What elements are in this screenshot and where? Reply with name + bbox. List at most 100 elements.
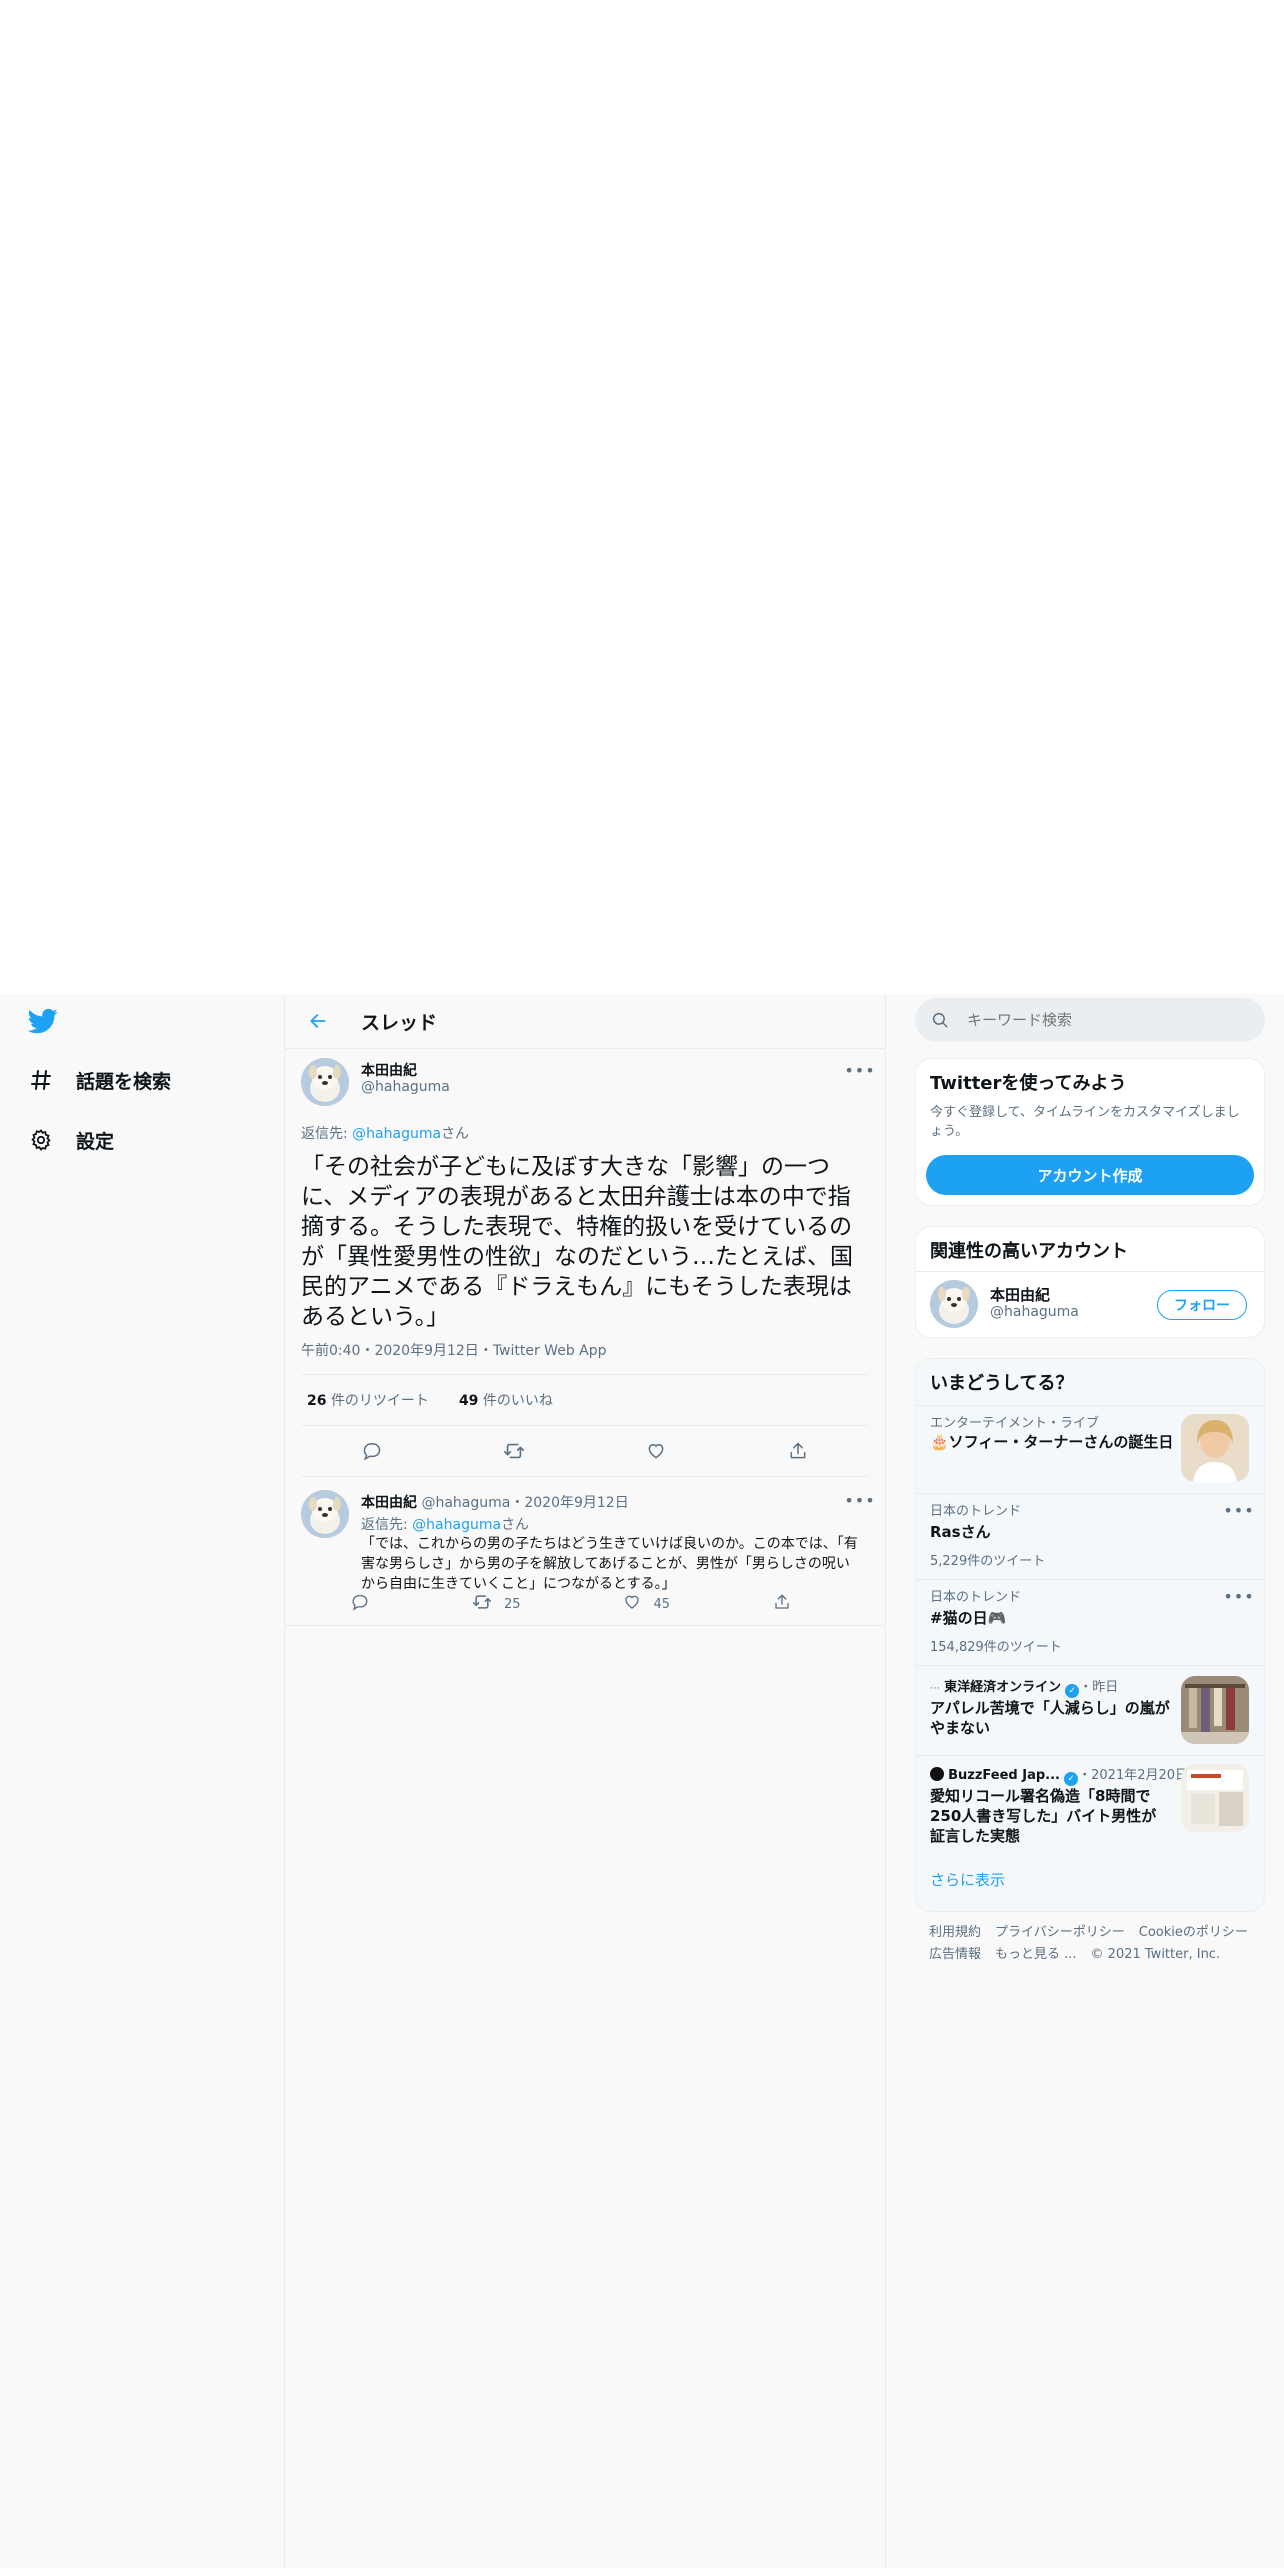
reply-to-link[interactable]: @hahaguma (412, 1517, 501, 1533)
like-icon (623, 1593, 641, 1615)
reply-tweet[interactable]: 本田由紀 @hahaguma・2020年9月12日 ••• 返信先: @haha… (285, 1482, 885, 1626)
hashtag-icon (28, 1067, 54, 1093)
footer-link-more[interactable]: もっと見る ... (995, 1947, 1077, 1962)
follow-button[interactable]: フォロー (1157, 1290, 1247, 1320)
more-options-icon[interactable]: ••• (844, 1060, 874, 1080)
back-arrow-icon[interactable] (305, 1008, 331, 1034)
tweet-source[interactable]: Twitter Web App (493, 1343, 607, 1359)
verified-icon: ✓ (1065, 1684, 1080, 1698)
likes-label: 件のいいね (482, 1393, 553, 1409)
like-icon[interactable] (638, 1433, 674, 1469)
tweet-actions (301, 1426, 869, 1477)
news-source-logo-icon (930, 1767, 944, 1781)
footer-link-terms[interactable]: 利用規約 (929, 1925, 981, 1940)
retweet-icon[interactable] (496, 1433, 532, 1469)
avatar[interactable] (930, 1280, 978, 1328)
create-account-button[interactable]: アカウント作成 (926, 1155, 1254, 1195)
reply-tweet-header: 本田由紀 @hahaguma・2020年9月12日 (361, 1495, 629, 1511)
trends-title: いまどうしてる？ (930, 1373, 1074, 1394)
trend-category: 日本のトレンド (930, 1504, 1022, 1519)
trend-count: 5,229件のツイート (930, 1554, 1046, 1569)
reply-prefix: 返信先: (361, 1517, 413, 1533)
nav-item-settings[interactable]: 設定 (28, 1120, 114, 1160)
footer-row-1: 利用規約 プライバシーポリシー Cookieのポリシー (915, 1922, 1265, 1944)
signup-subtitle: 今すぐ登録して、タイムラインをカスタマイズしましょう。 (930, 1105, 1240, 1139)
news-source: 東洋経済オンライン (944, 1680, 1062, 1695)
retweet-count: 25 (503, 1596, 521, 1612)
nav-item-label: 話題を検索 (76, 1070, 172, 1093)
footer-link-cookies[interactable]: Cookieのポリシー (1139, 1925, 1248, 1940)
footer-link-ads[interactable]: 広告情報 (929, 1947, 981, 1962)
retweets-stat[interactable]: 26 件のリツイート (301, 1390, 429, 1410)
author-name[interactable]: 本田由紀 (361, 1495, 417, 1511)
related-name: 本田由紀 (990, 1286, 1051, 1304)
news-source-icon: ⋯ (930, 1683, 940, 1694)
trends-card: いまどうしてる？ エンターテイメント・ライブ 🎂ソフィー・ターナーさんの誕生日 … (915, 1358, 1265, 1912)
author-name[interactable]: 本田由紀 (361, 1060, 417, 1080)
tweet-date[interactable]: 2020年9月12日 (374, 1343, 478, 1359)
likes-count: 49 (458, 1393, 479, 1409)
left-nav: 話題を検索 設定 (0, 994, 284, 2568)
news-source-line: ⋯ 東洋経済オンライン ✓ ・昨日 (930, 1676, 1118, 1698)
tweet-actions: 25 45 (351, 1592, 791, 1616)
retweets-count: 26 (307, 1393, 327, 1409)
trend-item[interactable]: エンターテイメント・ライブ 🎂ソフィー・ターナーさんの誕生日 (916, 1405, 1264, 1494)
news-item[interactable]: ⋯ 東洋経済オンライン ✓ ・昨日 アパレル苦境で「人減らし」の嵐がやまない (916, 1665, 1264, 1756)
more-options-icon[interactable]: ••• (844, 1490, 874, 1510)
reply-to-link[interactable]: @hahaguma (352, 1126, 441, 1142)
footer-link-privacy[interactable]: プライバシーポリシー (995, 1925, 1125, 1940)
related-title: 関連性の高いアカウント (930, 1241, 1128, 1262)
search-bar[interactable] (915, 998, 1265, 1042)
footer-copyright: © 2021 Twitter, Inc. (1090, 1947, 1221, 1962)
news-thumbnail (1181, 1764, 1249, 1832)
related-account-row[interactable]: 本田由紀 @hahaguma フォロー (916, 1271, 1264, 1338)
share-icon[interactable] (780, 1433, 816, 1469)
like-button[interactable]: 45 (623, 1593, 670, 1615)
trend-item[interactable]: 日本のトレンド ••• #猫の日🎮 154,829件のツイート (916, 1579, 1264, 1666)
tweet-time[interactable]: 午前0:40 (301, 1343, 360, 1359)
news-time: ・2021年2月20日 (1078, 1768, 1189, 1783)
show-more-link[interactable]: さらに表示 (930, 1869, 1005, 1890)
news-source-line: BuzzFeed Jap... ✓ ・2021年2月20日 (930, 1764, 1188, 1786)
news-thumbnail (1181, 1676, 1249, 1744)
avatar[interactable] (301, 1490, 349, 1538)
likes-stat[interactable]: 49 件のいいね (453, 1390, 553, 1410)
more-options-icon[interactable]: ••• (1223, 1586, 1253, 1606)
retweet-icon (472, 1592, 492, 1616)
trend-category: 日本のトレンド (930, 1590, 1022, 1605)
gear-icon (28, 1127, 54, 1153)
news-title: アパレル苦境で「人減らし」の嵐がやまない (930, 1699, 1170, 1737)
reply-suffix: さん (501, 1517, 530, 1533)
tweet-meta: 午前0:40・2020年9月12日・Twitter Web App (301, 1343, 607, 1359)
reply-suffix: さん (441, 1126, 470, 1142)
trend-category: エンターテイメント・ライブ (930, 1416, 1100, 1431)
twitter-logo-icon[interactable] (27, 1006, 64, 1042)
tweet-text: 「では、これからの男の子たちはどう生きていけば良いのか。この本では、「有害な男ら… (361, 1536, 858, 1592)
trend-thumbnail (1181, 1414, 1249, 1482)
related-accounts-card: 関連性の高いアカウント 本田由紀 @hahaguma フォロー (915, 1226, 1265, 1338)
news-title: 愛知リコール署名偽造「8時間で250人書き写した」バイト男性が証言した実態 (930, 1787, 1157, 1845)
search-icon (931, 1010, 951, 1030)
author-handle[interactable]: @hahaguma (361, 1079, 450, 1095)
author-handle[interactable]: @hahaguma (421, 1495, 510, 1511)
search-input[interactable] (965, 1010, 1249, 1030)
nav-item-explore[interactable]: 話題を検索 (28, 1060, 171, 1100)
reply-button[interactable] (351, 1593, 369, 1615)
tweet-text: 「その社会が子どもに及ぼす大きな「影響」の一つに、メディアの表現があると太田弁護… (301, 1154, 853, 1330)
trend-title: Rasさん (930, 1523, 991, 1541)
verified-icon: ✓ (1064, 1772, 1079, 1786)
page: 話題を検索 設定 スレッド 本田由紀 @hahaguma ••• 返信先: @h… (0, 994, 1284, 2568)
retweet-button[interactable]: 25 (472, 1592, 521, 1616)
reply-to-line: 返信先: @hahagumaさん (301, 1123, 469, 1143)
more-options-icon[interactable]: ••• (1223, 1500, 1253, 1520)
share-button[interactable] (773, 1593, 791, 1615)
main-column: スレッド 本田由紀 @hahaguma ••• 返信先: @hahagumaさん… (284, 994, 886, 2568)
reply-icon[interactable] (354, 1433, 390, 1469)
tweet-stats: 26 件のリツイート 49 件のいいね (301, 1374, 869, 1426)
trend-title: 🎂ソフィー・ターナーさんの誕生日 (930, 1433, 1174, 1451)
avatar[interactable] (301, 1058, 349, 1106)
news-item[interactable]: BuzzFeed Jap... ✓ ・2021年2月20日 愛知リコール署名偽造「… (916, 1755, 1264, 1856)
retweets-label: 件のリツイート (330, 1393, 429, 1409)
trend-item[interactable]: 日本のトレンド ••• Rasさん 5,229件のツイート (916, 1493, 1264, 1580)
tweet-date[interactable]: 2020年9月12日 (524, 1495, 628, 1511)
